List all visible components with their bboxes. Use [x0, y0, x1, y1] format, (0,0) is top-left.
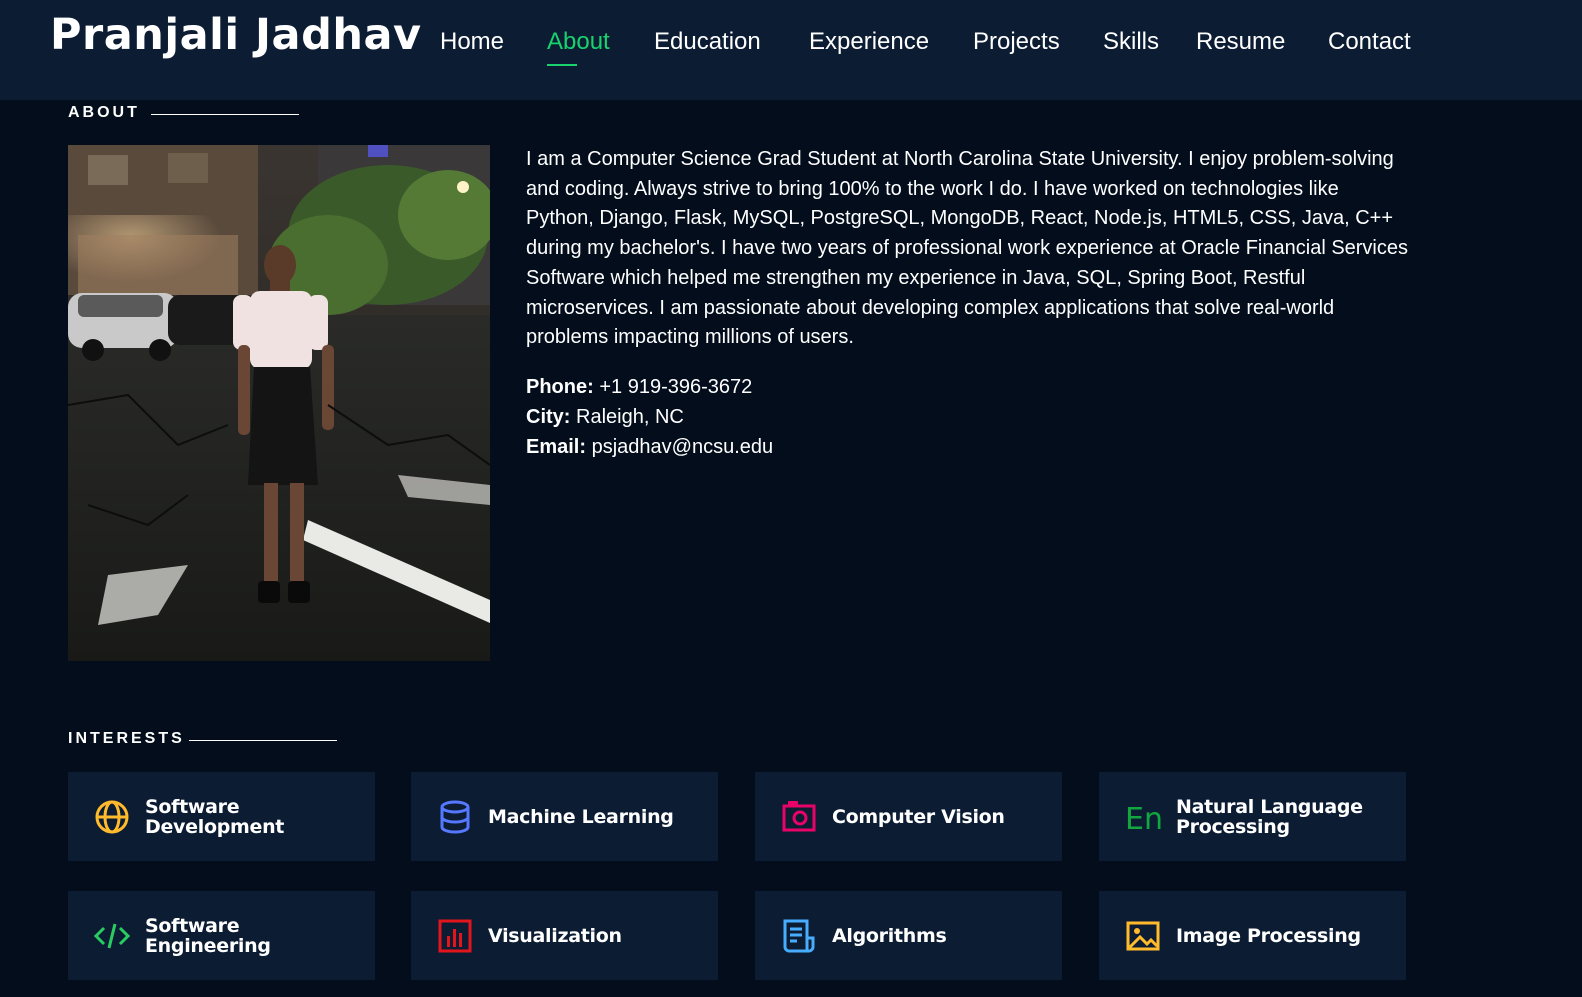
bar-chart-icon	[438, 919, 472, 953]
site-header: Pranjali Jadhav Home About Education Exp…	[0, 0, 1582, 100]
interest-card-software-engineering[interactable]: Software Engineering	[68, 891, 375, 980]
interests-heading-rule	[189, 740, 337, 741]
database-icon	[440, 800, 470, 834]
interests-heading: INTERESTS	[68, 730, 185, 747]
about-bio: I am a Computer Science Grad Student at …	[526, 148, 1409, 349]
interest-label: Image Processing	[1176, 924, 1361, 947]
nav-experience[interactable]: Experience	[809, 28, 929, 56]
interest-label: Computer Vision	[832, 805, 1005, 828]
interest-card-algorithms[interactable]: Algorithms	[755, 891, 1062, 980]
phone-label: Phone:	[526, 376, 594, 398]
interest-label: Software Development	[145, 795, 285, 838]
active-nav-underline	[547, 64, 577, 66]
interest-card-nlp[interactable]: En Natural Language Processing	[1099, 772, 1406, 861]
email-label: Email:	[526, 436, 587, 458]
contact-phone-row: Phone: +1 919-396-3672	[526, 372, 773, 402]
site-brand[interactable]: Pranjali Jadhav	[50, 10, 422, 60]
interest-card-visualization[interactable]: Visualization	[411, 891, 718, 980]
phone-value: +1 919-396-3672	[599, 376, 753, 398]
nav-skills[interactable]: Skills	[1103, 28, 1159, 56]
interest-card-image-processing[interactable]: Image Processing	[1099, 891, 1406, 980]
interest-card-software-development[interactable]: Software Development	[68, 772, 375, 861]
globe-icon	[95, 800, 129, 834]
contact-info: Phone: +1 919-396-3672 City: Raleigh, NC…	[526, 372, 773, 462]
nav-projects[interactable]: Projects	[973, 28, 1060, 56]
camera-icon	[782, 801, 816, 832]
interest-label: Natural Language Processing	[1176, 795, 1363, 838]
city-label: City:	[526, 406, 571, 428]
about-heading-rule	[151, 114, 299, 115]
nav-about[interactable]: About	[547, 28, 610, 56]
code-icon	[94, 923, 130, 949]
language-en-icon: En	[1125, 802, 1161, 835]
svg-text:En: En	[1125, 802, 1161, 835]
email-value[interactable]: psjadhav@ncsu.edu	[592, 436, 774, 458]
interest-label: Machine Learning	[488, 805, 674, 828]
contact-email-row: Email: psjadhav@ncsu.edu	[526, 432, 773, 462]
interest-card-machine-learning[interactable]: Machine Learning	[411, 772, 718, 861]
interest-label: Visualization	[488, 924, 622, 947]
contact-city-row: City: Raleigh, NC	[526, 402, 773, 432]
profile-photo	[68, 145, 490, 661]
nav-home[interactable]: Home	[440, 28, 504, 56]
nav-education[interactable]: Education	[654, 28, 761, 56]
interest-label: Algorithms	[832, 924, 947, 947]
document-list-icon	[783, 919, 815, 953]
about-heading: ABOUT	[68, 104, 140, 121]
image-icon	[1126, 921, 1160, 951]
interest-card-computer-vision[interactable]: Computer Vision	[755, 772, 1062, 861]
nav-resume[interactable]: Resume	[1196, 28, 1285, 56]
nav-contact[interactable]: Contact	[1328, 28, 1411, 56]
city-value: Raleigh, NC	[576, 406, 684, 428]
interest-label: Software Engineering	[145, 914, 271, 957]
